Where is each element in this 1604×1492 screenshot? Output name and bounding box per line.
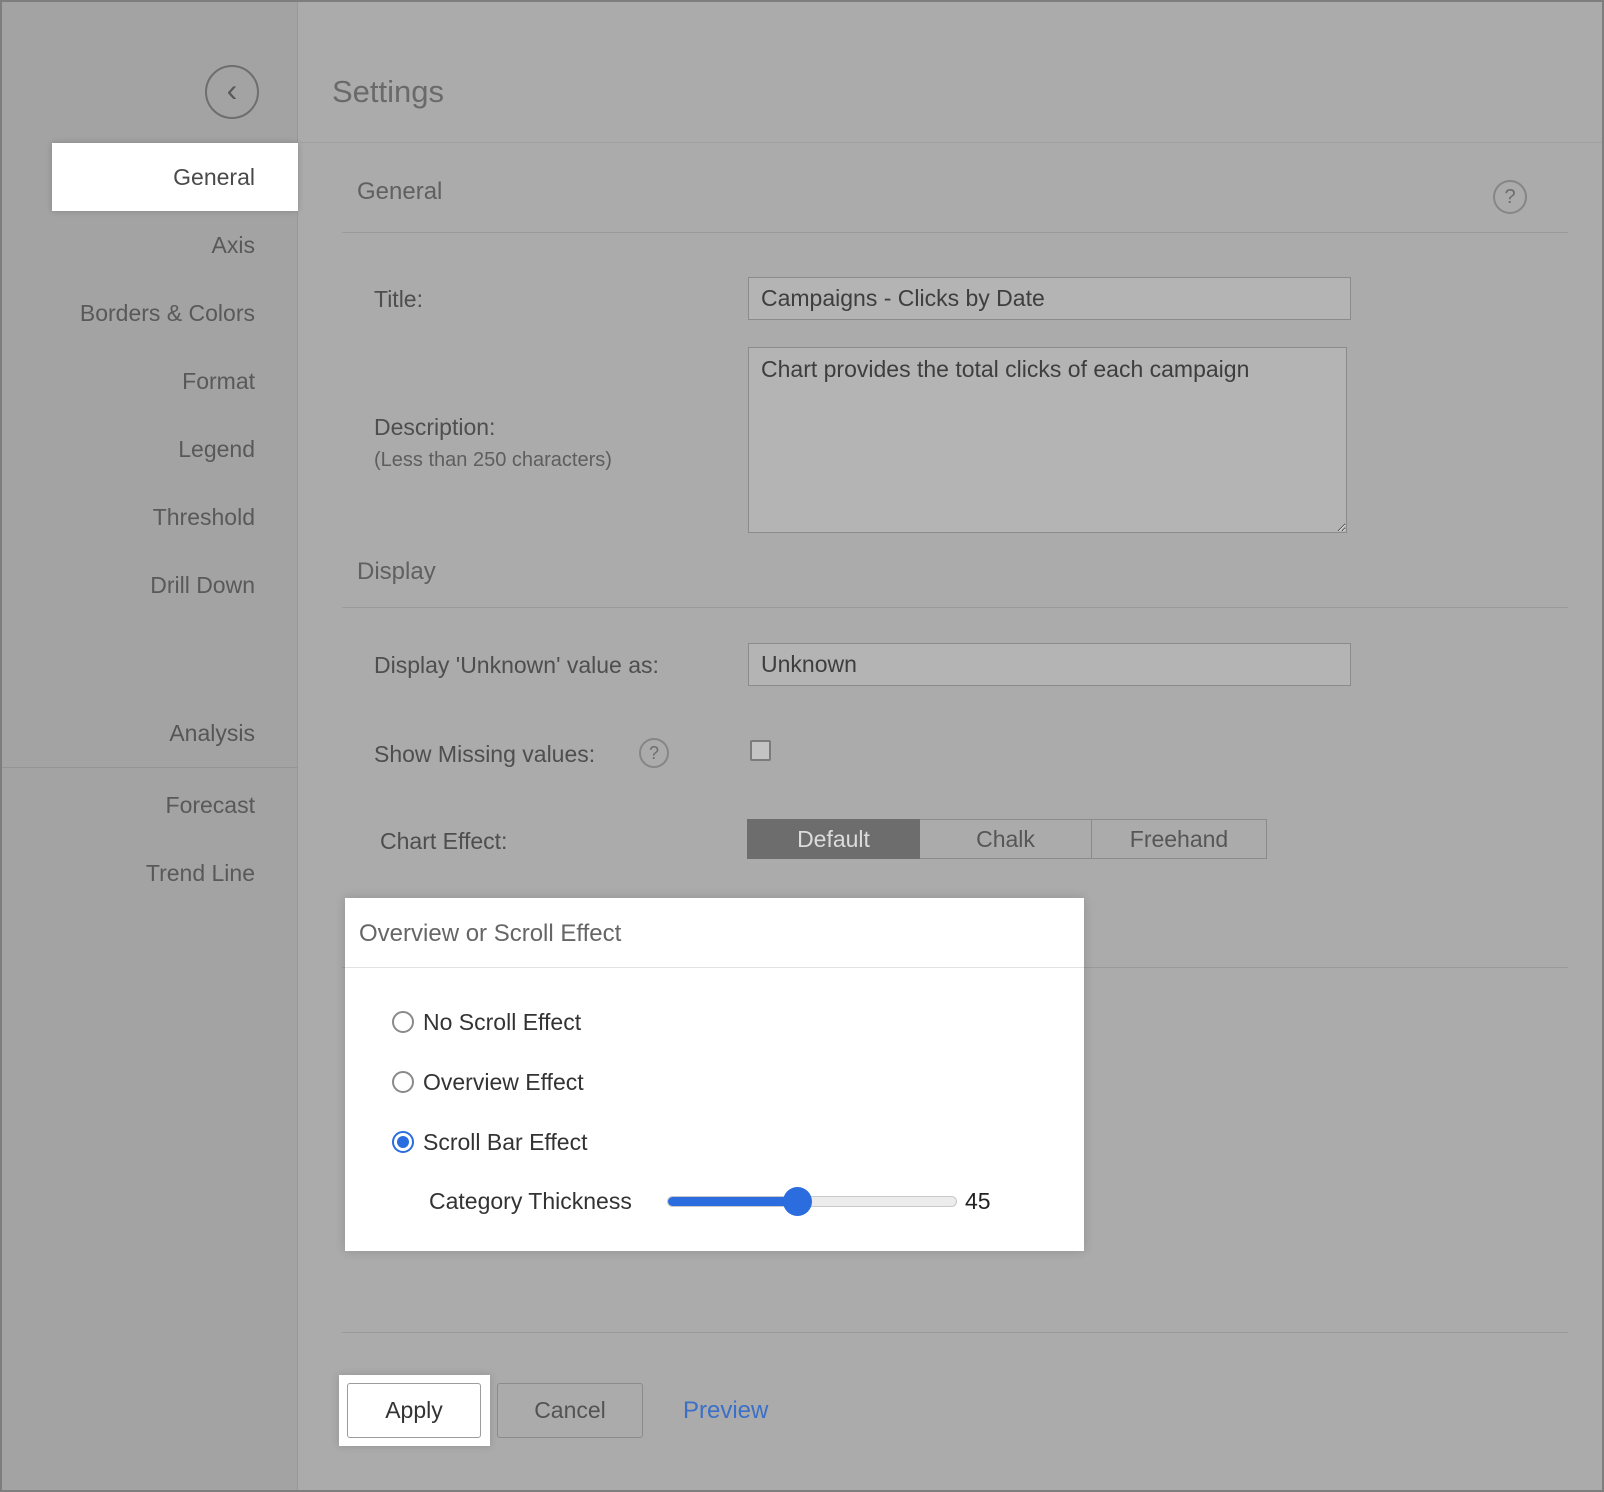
sidebar-item-label: Axis [212, 232, 255, 258]
question-mark-icon: ? [649, 743, 659, 764]
display-unknown-input[interactable] [748, 643, 1351, 686]
sidebar-item-label: Forecast [166, 792, 255, 818]
chevron-left-icon: ‹ [227, 74, 238, 106]
slider-thumb[interactable] [783, 1187, 812, 1216]
radio-overview-effect[interactable]: Overview Effect [392, 1069, 584, 1095]
category-thickness-label: Category Thickness [429, 1188, 632, 1215]
scroll-effect-spotlight-panel: Overview or Scroll Effect No Scroll Effe… [345, 898, 1084, 1251]
display-section-heading: Display [357, 558, 436, 586]
sidebar-item-label: Format [182, 368, 255, 394]
cancel-button[interactable]: Cancel [497, 1383, 643, 1438]
slider-fill [668, 1197, 798, 1206]
sidebar-item-drill-down[interactable]: Drill Down [2, 551, 298, 619]
missing-help-icon[interactable]: ? [639, 738, 669, 768]
sidebar-item-label: Legend [178, 436, 255, 462]
title-input[interactable] [748, 277, 1351, 320]
show-missing-label: Show Missing values: [374, 741, 595, 768]
chart-effect-chalk-button[interactable]: Chalk [920, 819, 1092, 859]
chart-effect-freehand-button[interactable]: Freehand [1092, 819, 1267, 859]
apply-button-label: Apply [385, 1397, 443, 1423]
sidebar-item-trend-line[interactable]: Trend Line [2, 839, 298, 907]
category-thickness-slider[interactable] [667, 1196, 957, 1207]
sidebar-item-axis[interactable]: Axis [2, 211, 298, 279]
radio-scroll-bar-effect[interactable]: Scroll Bar Effect [392, 1129, 587, 1155]
chart-effect-default-button[interactable]: Default [747, 819, 920, 859]
help-icon[interactable]: ? [1493, 180, 1527, 214]
sidebar-section-analysis: Analysis [2, 699, 298, 767]
section-divider [342, 232, 1568, 233]
sidebar-item-label: Drill Down [150, 572, 255, 598]
display-unknown-label: Display 'Unknown' value as: [374, 652, 659, 679]
question-mark-icon: ? [1504, 186, 1515, 209]
settings-sidebar: ‹ General Axis Borders & Colors Format L… [2, 2, 298, 1490]
panel-divider [345, 967, 1084, 968]
sidebar-item-label: Borders & Colors [80, 300, 255, 326]
description-hint: (Less than 250 characters) [374, 449, 612, 472]
apply-spotlight-panel: Apply [339, 1375, 490, 1446]
segment-label: Default [797, 826, 870, 853]
apply-button[interactable]: Apply [347, 1383, 481, 1438]
cancel-button-label: Cancel [534, 1397, 606, 1423]
segment-label: Freehand [1130, 826, 1228, 853]
preview-link[interactable]: Preview [683, 1397, 768, 1425]
footer-divider [342, 1332, 1568, 1333]
radio-button-selected-icon[interactable] [392, 1131, 414, 1153]
radio-label: No Scroll Effect [423, 1009, 581, 1036]
radio-label: Scroll Bar Effect [423, 1129, 587, 1156]
sidebar-item-legend[interactable]: Legend [2, 415, 298, 483]
header-divider [299, 142, 1602, 143]
sidebar-item-format[interactable]: Format [2, 347, 298, 415]
radio-no-scroll-effect[interactable]: No Scroll Effect [392, 1009, 581, 1035]
back-button[interactable]: ‹ [205, 65, 259, 119]
description-textarea[interactable]: Chart provides the total clicks of each … [748, 347, 1347, 533]
radio-button-icon[interactable] [392, 1071, 414, 1093]
sidebar-item-label: General [173, 164, 255, 190]
description-label: Description: [374, 414, 495, 441]
section-divider [342, 607, 1568, 608]
chart-effect-label: Chart Effect: [380, 828, 507, 855]
radio-button-icon[interactable] [392, 1011, 414, 1033]
general-section-heading: General [357, 178, 442, 206]
scroll-effect-heading: Overview or Scroll Effect [359, 920, 621, 948]
sidebar-item-label: Threshold [153, 504, 255, 530]
sidebar-item-general[interactable]: General [52, 143, 298, 211]
settings-dialog: ‹ General Axis Borders & Colors Format L… [0, 0, 1604, 1492]
sidebar-item-borders-colors[interactable]: Borders & Colors [2, 279, 298, 347]
category-thickness-value: 45 [965, 1188, 991, 1215]
sidebar-item-forecast[interactable]: Forecast [2, 771, 298, 839]
show-missing-checkbox[interactable] [750, 740, 771, 761]
page-title: Settings [332, 74, 444, 110]
sidebar-item-threshold[interactable]: Threshold [2, 483, 298, 551]
title-label: Title: [374, 286, 423, 313]
sidebar-divider [2, 767, 298, 768]
chart-effect-segmented-control: Default Chalk Freehand [747, 819, 1267, 859]
radio-label: Overview Effect [423, 1069, 584, 1096]
segment-label: Chalk [976, 826, 1035, 853]
sidebar-item-label: Trend Line [146, 860, 255, 886]
